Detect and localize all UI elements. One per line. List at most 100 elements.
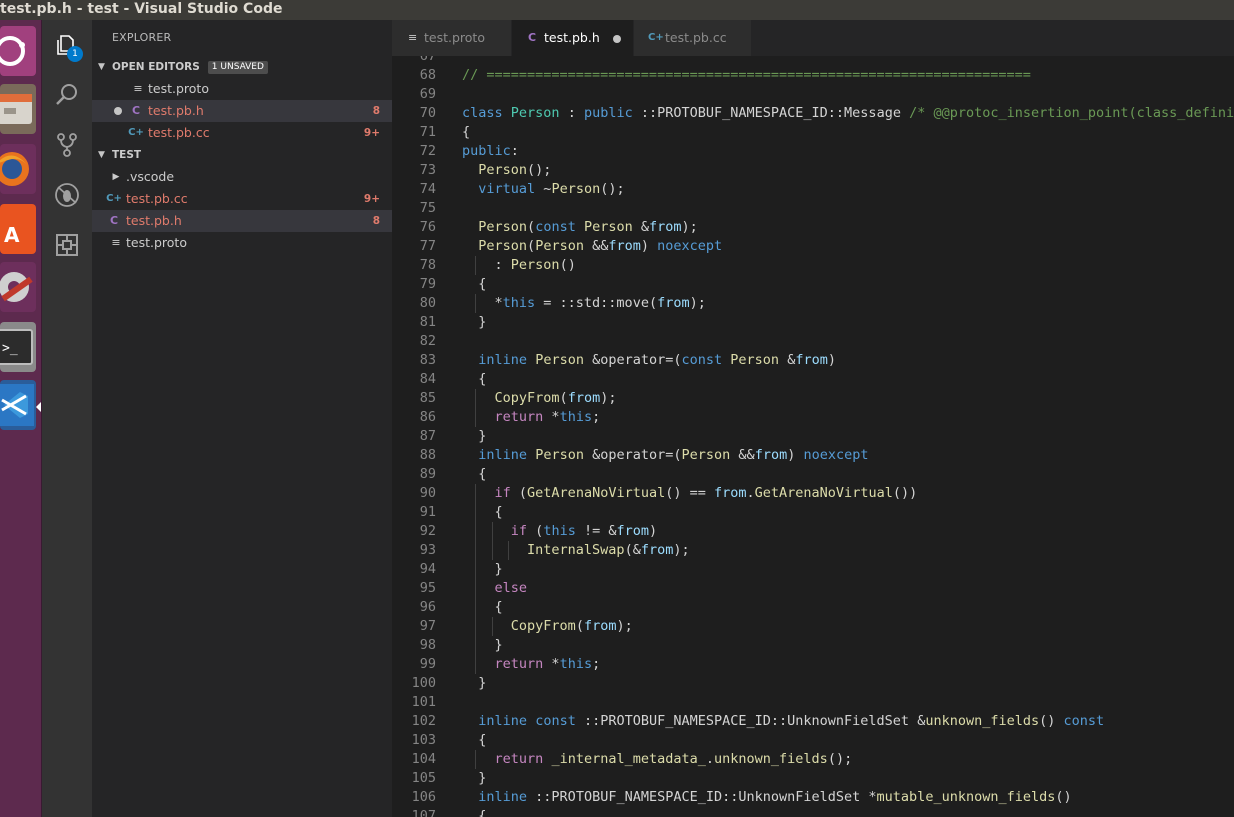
dirty-dot-icon bbox=[114, 107, 122, 115]
code-line[interactable]: { bbox=[462, 370, 486, 389]
code-editor[interactable]: 67 68 69 70 71 72 73 74 75 76 77 78 79 80 81 82 83 84 85 86… bbox=[392, 56, 1234, 817]
code-line[interactable]: { bbox=[462, 503, 503, 522]
code-line[interactable]: return *this; bbox=[462, 655, 601, 674]
debug-icon[interactable] bbox=[42, 170, 92, 220]
source-control-icon[interactable] bbox=[42, 120, 92, 170]
software-center-icon[interactable]: A bbox=[0, 204, 36, 254]
code-line[interactable]: Person(Person &&from) noexcept bbox=[462, 237, 722, 256]
code-line[interactable]: } bbox=[462, 427, 486, 446]
svg-text:>_: >_ bbox=[2, 341, 18, 356]
line-number: 101 bbox=[411, 694, 436, 710]
code-line[interactable]: } bbox=[462, 560, 503, 579]
code-line[interactable]: { bbox=[462, 598, 503, 617]
c-file-icon: C bbox=[528, 31, 537, 44]
problem-count: 9+ bbox=[363, 193, 380, 205]
problem-count: 9+ bbox=[363, 127, 380, 139]
open-editors-header[interactable]: ▼ OPEN EDITORS 1 UNSAVED bbox=[92, 56, 392, 78]
code-line[interactable]: { bbox=[462, 807, 486, 817]
code-line[interactable]: else bbox=[462, 579, 528, 598]
vscode-icon[interactable] bbox=[0, 380, 36, 430]
line-number: 80 bbox=[419, 295, 436, 311]
line-number: 106 bbox=[411, 789, 436, 805]
cpp-file-icon: C+ bbox=[106, 193, 122, 204]
code-line[interactable]: virtual ~Person(); bbox=[462, 180, 624, 199]
line-number: 99 bbox=[419, 656, 436, 672]
open-editor-item[interactable]: C+ test.pb.cc 9+ bbox=[92, 122, 392, 144]
line-number: 72 bbox=[419, 143, 436, 159]
code-line[interactable]: return _internal_metadata_.unknown_field… bbox=[462, 750, 853, 769]
problem-count: 8 bbox=[372, 215, 380, 227]
tab-test-pb-h[interactable]: C test.pb.h bbox=[512, 20, 634, 56]
code-line[interactable]: *this = ::std::move(from); bbox=[462, 294, 706, 313]
code-line[interactable]: { bbox=[462, 275, 486, 294]
tree-item-folder[interactable]: ▶ .vscode bbox=[92, 166, 392, 188]
code-line[interactable]: : Person() bbox=[462, 256, 576, 275]
code-line[interactable]: return *this; bbox=[462, 408, 601, 427]
code-line[interactable]: // =====================================… bbox=[462, 66, 1031, 85]
line-number: 93 bbox=[419, 542, 436, 558]
search-icon[interactable] bbox=[42, 70, 92, 120]
terminal-icon[interactable]: >_ bbox=[0, 322, 36, 372]
code-line[interactable]: inline const ::PROTOBUF_NAMESPACE_ID::Un… bbox=[462, 712, 1104, 731]
code-line[interactable]: } bbox=[462, 636, 503, 655]
line-number: 91 bbox=[419, 504, 436, 520]
chevron-down-icon: ▼ bbox=[98, 62, 105, 72]
tree-item-label: test.proto bbox=[126, 235, 187, 250]
problem-count: 8 bbox=[372, 105, 380, 117]
code-line[interactable]: Person(); bbox=[462, 161, 551, 180]
code-line[interactable]: { bbox=[462, 123, 470, 142]
files-icon[interactable] bbox=[0, 84, 36, 134]
extensions-icon[interactable] bbox=[42, 220, 92, 270]
code-line[interactable]: { bbox=[462, 731, 486, 750]
open-editor-label: test.pb.h bbox=[148, 103, 204, 118]
tree-item-file[interactable]: C test.pb.h 8 bbox=[92, 210, 392, 232]
line-number: 68 bbox=[419, 67, 436, 83]
open-editor-item[interactable]: C test.pb.h 8 bbox=[92, 100, 392, 122]
system-settings-icon[interactable] bbox=[0, 262, 36, 312]
code-line[interactable]: Person(const Person &from); bbox=[462, 218, 698, 237]
sidebar-title: EXPLORER bbox=[112, 31, 172, 44]
open-editor-item[interactable]: ≡ test.proto bbox=[92, 78, 392, 100]
code-line[interactable]: inline Person &operator=(Person &&from) … bbox=[462, 446, 868, 465]
code-line[interactable]: class Person : public ::PROTOBUF_NAMESPA… bbox=[462, 104, 1234, 123]
code-line[interactable]: } bbox=[462, 674, 486, 693]
code-line[interactable]: if (this != &from) bbox=[462, 522, 657, 541]
code-line[interactable]: public: bbox=[462, 142, 519, 161]
file-lines-icon: ≡ bbox=[133, 82, 143, 95]
line-number: 98 bbox=[419, 637, 436, 653]
line-number: 73 bbox=[419, 162, 436, 178]
open-editors-label: OPEN EDITORS bbox=[112, 61, 200, 73]
tab-test-pb-cc[interactable]: C+ test.pb.cc bbox=[634, 20, 752, 56]
code-line[interactable]: } bbox=[462, 313, 486, 332]
code-line[interactable]: CopyFrom(from); bbox=[462, 389, 617, 408]
line-number: 77 bbox=[419, 238, 436, 254]
code-line[interactable]: CopyFrom(from); bbox=[462, 617, 633, 636]
code-line[interactable]: inline ::PROTOBUF_NAMESPACE_ID::UnknownF… bbox=[462, 788, 1071, 807]
tree-item-file[interactable]: ≡ test.proto bbox=[92, 232, 392, 254]
line-number: 75 bbox=[419, 200, 436, 216]
line-number: 104 bbox=[411, 751, 436, 767]
explorer-icon[interactable]: 1 bbox=[42, 20, 92, 70]
tab-test-proto[interactable]: ≡ test.proto bbox=[392, 20, 512, 56]
dirty-dot-icon[interactable] bbox=[613, 35, 621, 43]
line-number: 103 bbox=[411, 732, 436, 748]
c-file-icon: C bbox=[131, 104, 141, 117]
code-line[interactable]: { bbox=[462, 465, 486, 484]
firefox-icon[interactable] bbox=[0, 144, 36, 194]
code-line[interactable]: inline Person &operator=(const Person &f… bbox=[462, 351, 836, 370]
tree-item-file[interactable]: C+ test.pb.cc 9+ bbox=[92, 188, 392, 210]
tab-label: test.pb.h bbox=[544, 30, 600, 45]
code-line[interactable]: InternalSwap(&from); bbox=[462, 541, 690, 560]
folder-header[interactable]: ▼ TEST bbox=[92, 144, 392, 166]
line-number: 79 bbox=[419, 276, 436, 292]
explorer-sidebar: EXPLORER ▼ OPEN EDITORS 1 UNSAVED ≡ test… bbox=[92, 20, 392, 817]
code-line[interactable]: if (GetArenaNoVirtual() == from.GetArena… bbox=[462, 484, 918, 503]
ubuntu-dash-icon[interactable] bbox=[0, 26, 36, 76]
line-number: 105 bbox=[411, 770, 436, 786]
code-line[interactable]: } bbox=[462, 769, 486, 788]
line-number: 100 bbox=[411, 675, 436, 691]
line-number: 95 bbox=[419, 580, 436, 596]
line-number: 70 bbox=[419, 105, 436, 121]
line-number: 83 bbox=[419, 352, 436, 368]
activity-bar: 1 bbox=[42, 20, 92, 817]
